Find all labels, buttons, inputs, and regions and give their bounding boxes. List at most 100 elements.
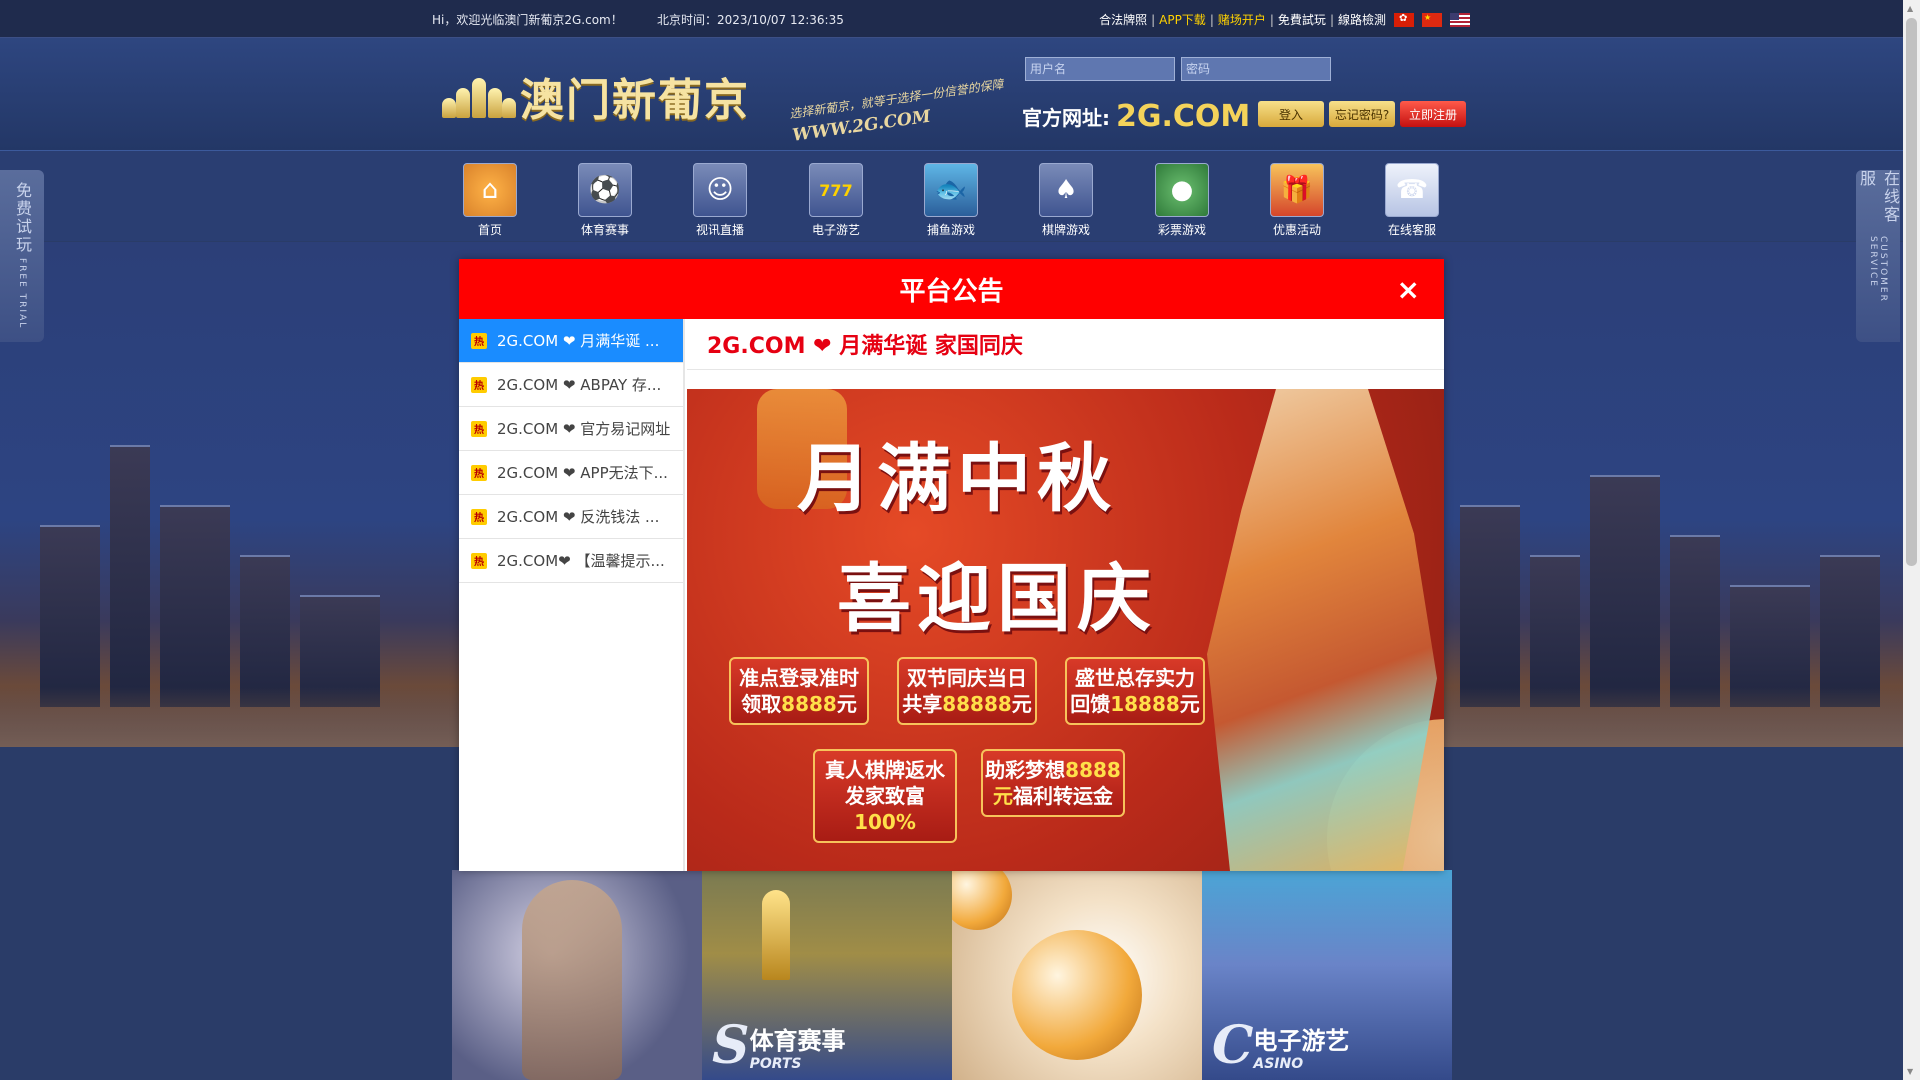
crown-logo-icon xyxy=(438,74,520,118)
fairy-figure-image xyxy=(1207,389,1437,871)
welcome-text: Hi，欢迎光临澳门新葡京2G.com！ xyxy=(432,13,623,27)
nav-promotions[interactable]: 🎁 优惠活动 xyxy=(1257,163,1337,238)
scrollbar-thumb[interactable] xyxy=(1906,18,1917,566)
hot-badge-icon: 热 xyxy=(471,552,487,569)
scroll-up-icon[interactable]: ▲ xyxy=(1907,4,1913,13)
promo-text: 领取 xyxy=(741,692,782,716)
promo-amount: 88888 xyxy=(942,692,1012,716)
banner-headline-2: 喜迎国庆 xyxy=(837,556,1157,642)
nav-customer-service[interactable]: ☎ 在线客服 xyxy=(1372,163,1452,238)
auth-buttons: 登入 忘记密码? 立即注册 xyxy=(1258,101,1466,127)
nav-label: 视讯直播 xyxy=(695,223,744,237)
promo-box: 双节同庆当日 共享88888元 xyxy=(897,657,1037,725)
promo-box: 准点登录准时 领取8888元 xyxy=(729,657,869,725)
nav-sports[interactable]: ⚽ 体育赛事 xyxy=(565,163,645,238)
tile-letter: C xyxy=(1212,1015,1254,1076)
scroll-down-icon[interactable]: ▼ xyxy=(1907,1067,1913,1076)
hot-badge-icon: 热 xyxy=(471,376,487,393)
tile-subtitle: ASINO xyxy=(1253,1056,1304,1072)
announcement-item[interactable]: 热 2G.COM ❤ 反洗钱法 ... xyxy=(459,495,683,539)
announcement-title: 2G.COM ❤ 月满华诞 家国同庆 xyxy=(687,319,1444,370)
promo-unit: 元 xyxy=(836,692,857,716)
nav-slots[interactable]: 777 电子游艺 xyxy=(796,163,876,238)
link-open-account[interactable]: 赌场开户 xyxy=(1218,11,1266,28)
login-form xyxy=(1025,57,1331,81)
nav-live-video[interactable]: ☺ 视讯直播 xyxy=(680,163,760,238)
nav-home[interactable]: ⌂ 首页 xyxy=(450,163,530,238)
tile-subtitle: PORTS xyxy=(749,1056,802,1072)
site-logo[interactable]: 澳门新葡京 xyxy=(438,64,750,128)
announcement-item[interactable]: 热 2G.COM ❤ 官方易记网址 xyxy=(459,407,683,451)
china-flag-icon[interactable] xyxy=(1422,12,1442,27)
nav-label: 在线客服 xyxy=(1387,223,1436,237)
customer-service-side-tab[interactable]: 在线客服 CUSTOMER SERVICE xyxy=(1856,170,1900,342)
home-icon: ⌂ xyxy=(463,163,517,217)
official-site: 官方网址: 2G.COM xyxy=(1022,99,1250,134)
announcement-item-label: 2G.COM ❤ 反洗钱法 ... xyxy=(497,508,660,526)
announcement-item-label: 2G.COM ❤ 官方易记网址 xyxy=(497,420,671,438)
tile-sports[interactable]: S 体育赛事 PORTS xyxy=(702,870,952,1080)
free-trial-side-tab[interactable]: 免费试玩 FREE TRIAL xyxy=(0,170,44,342)
banner-headline-1: 月满中秋 xyxy=(797,436,1117,522)
mid-autumn-banner: 月满中秋 喜迎国庆 准点登录准时 领取8888元 双节同庆当日 共享88888元… xyxy=(687,389,1444,871)
beijing-time: 北京时间：2023/10/07 12:36:35 xyxy=(657,13,844,27)
hong-kong-flag-icon[interactable] xyxy=(1394,12,1414,27)
promo-amount: 8888 xyxy=(781,692,837,716)
separator: | xyxy=(1151,12,1156,27)
us-flag-icon[interactable] xyxy=(1450,12,1470,27)
tile-lottery[interactable] xyxy=(952,870,1202,1080)
nav-lottery[interactable]: ● 彩票游戏 xyxy=(1142,163,1222,238)
logo-text: 澳门新葡京 xyxy=(520,75,750,126)
announcement-item-label: 2G.COM ❤ ABPAY 存... xyxy=(497,376,662,394)
nav-label: 电子游艺 xyxy=(811,223,860,237)
cards-icon: ♠ xyxy=(1039,163,1093,217)
announcement-modal: 平台公告 × 热 2G.COM ❤ 月满华诞 ... 热 2G.COM ❤ AB… xyxy=(459,259,1444,871)
promo-line: 真人棋牌返水 xyxy=(825,758,945,782)
vertical-scrollbar[interactable]: ▲ ▼ xyxy=(1903,0,1920,1080)
tile-title: 电子游艺 xyxy=(1253,1027,1350,1055)
game-tiles: S 体育赛事 PORTS C 电子游艺 ASINO xyxy=(452,870,1452,1080)
header: 澳门新葡京 选择新葡京，就等于选择一份信誉的保障 WWW.2G.COM 官方网址… xyxy=(0,38,1903,151)
nav-label: 首页 xyxy=(477,223,502,237)
free-trial-label: 免费试玩 xyxy=(13,182,32,255)
password-input[interactable] xyxy=(1181,57,1331,81)
link-free-trial[interactable]: 免費試玩 xyxy=(1278,11,1326,28)
login-button[interactable]: 登入 xyxy=(1258,101,1324,127)
tile-live-casino[interactable] xyxy=(452,870,702,1080)
promo-text: 回馈 xyxy=(1070,692,1111,716)
link-license[interactable]: 合法牌照 xyxy=(1099,11,1147,28)
announcement-item-label: 2G.COM❤ 【温馨提示... xyxy=(497,552,665,570)
modal-title: 平台公告 xyxy=(899,276,1004,307)
promo-unit: 元 xyxy=(1011,692,1032,716)
promo-amount: 100% xyxy=(854,810,916,834)
promo-box: 助彩梦想8888 元福利转运金 xyxy=(981,749,1125,817)
nav-cards[interactable]: ♠ 棋牌游戏 xyxy=(1026,163,1106,238)
link-app-download[interactable]: APP下载 xyxy=(1159,11,1206,28)
forgot-password-button[interactable]: 忘记密码? xyxy=(1329,101,1395,127)
announcement-item[interactable]: 热 2G.COM ❤ ABPAY 存... xyxy=(459,363,683,407)
live-video-icon: ☺ xyxy=(693,163,747,217)
nav-label: 优惠活动 xyxy=(1272,223,1321,237)
link-line-check[interactable]: 線路檢測 xyxy=(1338,11,1386,28)
announcement-item-label: 2G.COM ❤ 月满华诞 ... xyxy=(497,332,660,350)
nav-label: 体育赛事 xyxy=(580,223,629,237)
close-icon[interactable]: × xyxy=(1397,273,1420,306)
tile-slots[interactable]: C 电子游艺 ASINO xyxy=(1202,870,1452,1080)
nav-fishing[interactable]: 🐟 捕鱼游戏 xyxy=(911,163,991,238)
promo-amount: 8888 xyxy=(1065,758,1121,782)
announcement-item[interactable]: 热 2G.COM ❤ APP无法下... xyxy=(459,451,683,495)
announcement-item[interactable]: 热 2G.COM ❤ 月满华诞 ... xyxy=(459,319,683,363)
nav-label: 彩票游戏 xyxy=(1157,223,1206,237)
username-input[interactable] xyxy=(1025,57,1175,81)
slot-machine-icon: 777 xyxy=(809,163,863,217)
promo-line: 双节同庆当日 xyxy=(907,666,1027,690)
free-trial-en-label: FREE TRIAL xyxy=(17,258,27,330)
promo-unit: 元 xyxy=(1179,692,1200,716)
announcement-item[interactable]: 热 2G.COM❤ 【温馨提示... xyxy=(459,539,683,583)
official-domain: 2G.COM xyxy=(1116,99,1251,134)
separator: | xyxy=(1329,12,1334,27)
promo-text: 发家致富 xyxy=(845,784,925,808)
register-button[interactable]: 立即注册 xyxy=(1400,101,1466,127)
announcement-content: 2G.COM ❤ 月满华诞 家国同庆 月满中秋 喜迎国庆 准点登录准时 领取88… xyxy=(687,319,1444,871)
customer-service-en-label: CUSTOMER SERVICE xyxy=(1868,235,1888,303)
